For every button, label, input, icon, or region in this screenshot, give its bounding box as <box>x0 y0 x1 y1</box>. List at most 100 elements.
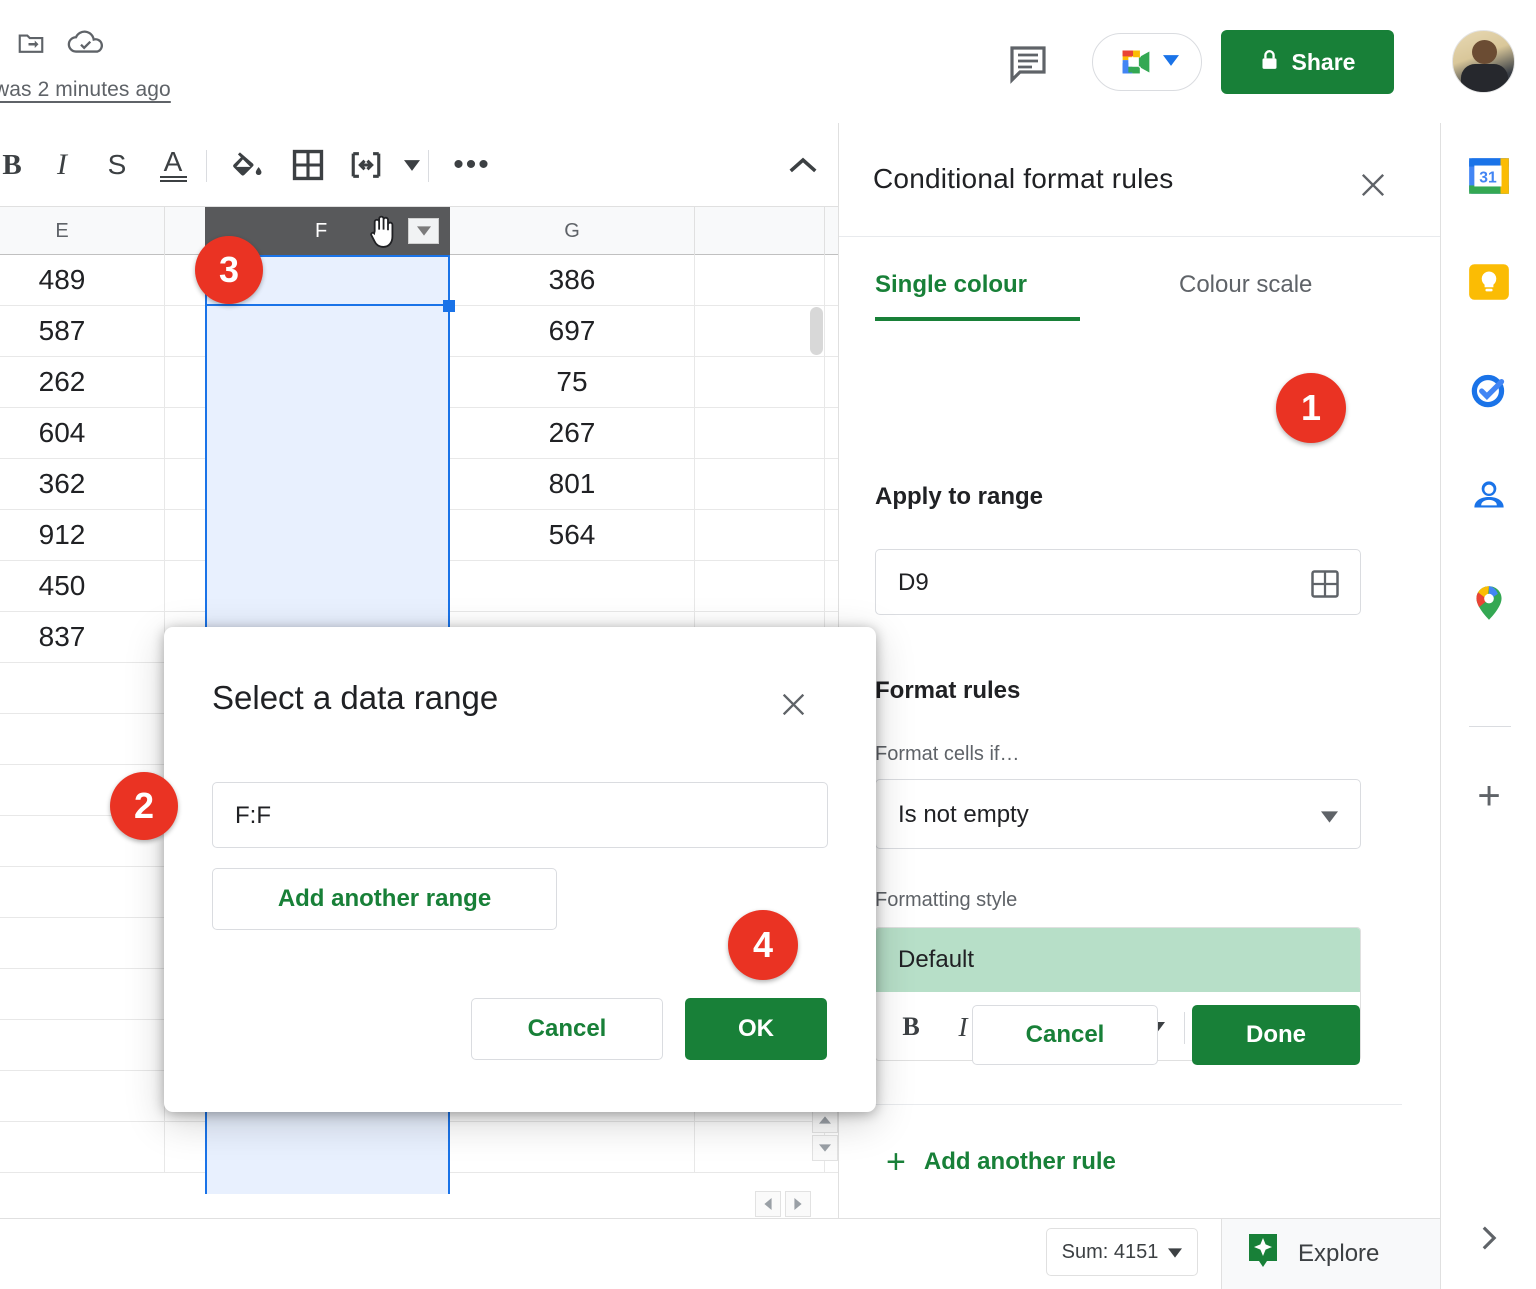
tab-colour-scale[interactable]: Colour scale <box>1179 259 1312 333</box>
merge-cells-icon[interactable] <box>342 141 390 189</box>
close-icon[interactable] <box>1351 163 1395 207</box>
column-header-h[interactable] <box>695 207 825 255</box>
scroll-left-arrow[interactable] <box>755 1191 781 1217</box>
cell-h2[interactable] <box>695 306 825 356</box>
cell-h3[interactable] <box>695 357 825 407</box>
fill-color-icon[interactable] <box>224 141 272 189</box>
cell-e9[interactable] <box>0 663 165 713</box>
cell-e17[interactable] <box>0 1071 165 1121</box>
dialog-cancel-button[interactable]: Cancel <box>471 998 663 1060</box>
cell-g5[interactable]: 801 <box>450 459 695 509</box>
add-app-button[interactable]: + <box>1466 773 1512 819</box>
cell-g2[interactable]: 697 <box>450 306 695 356</box>
last-edit-status[interactable]: was 2 minutes ago <box>0 78 171 102</box>
chevron-down-icon[interactable] <box>396 141 428 189</box>
cell-e3[interactable]: 262 <box>0 357 165 407</box>
sum-chip[interactable]: Sum: 4151 <box>1046 1228 1198 1276</box>
cell-g1[interactable]: 386 <box>450 255 695 305</box>
cell-f2[interactable]: 121 <box>205 306 450 356</box>
column-header-e[interactable]: E <box>0 207 165 255</box>
borders-icon[interactable] <box>284 141 332 189</box>
horizontal-scrollbar[interactable] <box>0 1194 838 1218</box>
table-row[interactable]: 450 <box>0 561 838 612</box>
cell-e2[interactable]: 587 <box>0 306 165 356</box>
vertical-scrollbar-thumb[interactable] <box>810 307 823 355</box>
table-row[interactable]: 362 457 801 <box>0 459 838 510</box>
cell-g6[interactable]: 564 <box>450 510 695 560</box>
apply-to-range-input[interactable]: D9 <box>875 549 1361 615</box>
italic-button[interactable]: I <box>42 141 82 189</box>
style-bold-button[interactable]: B <box>890 1004 932 1050</box>
table-row[interactable] <box>0 1122 838 1173</box>
select-range-grid-icon[interactable] <box>1310 569 1340 599</box>
share-button[interactable]: Share <box>1221 30 1394 94</box>
chevron-right-icon[interactable] <box>1469 1218 1509 1258</box>
avatar[interactable] <box>1452 30 1515 93</box>
cell-h4[interactable] <box>695 408 825 458</box>
strikethrough-button[interactable]: S <box>96 141 138 189</box>
cell-e14[interactable] <box>0 918 165 968</box>
panel-cancel-button[interactable]: Cancel <box>972 1005 1158 1065</box>
bold-button[interactable]: B <box>0 141 34 189</box>
google-maps-icon[interactable] <box>1466 580 1512 626</box>
cell-e1[interactable]: 489 <box>0 255 165 305</box>
scroll-right-arrow[interactable] <box>785 1191 811 1217</box>
cell-e5[interactable]: 362 <box>0 459 165 509</box>
cell-e13[interactable] <box>0 867 165 917</box>
table-row[interactable]: 489 434 386 <box>0 255 838 306</box>
column-menu-caret[interactable] <box>408 218 439 244</box>
table-row[interactable]: 587 121 697 <box>0 306 838 357</box>
scroll-down-arrow[interactable] <box>812 1135 838 1161</box>
dialog-ok-button[interactable]: OK <box>685 998 827 1060</box>
cloud-saved-icon[interactable] <box>66 28 106 58</box>
cell-f4[interactable]: 487 <box>205 408 450 458</box>
add-another-range-button[interactable]: Add another range <box>212 868 557 930</box>
explore-button[interactable]: Explore <box>1221 1219 1440 1289</box>
fill-handle[interactable] <box>443 300 455 312</box>
explore-sparkle-icon <box>1246 1232 1280 1277</box>
data-range-input[interactable]: F:F <box>212 782 828 848</box>
comment-icon[interactable] <box>1004 38 1052 86</box>
cell-f3[interactable]: 536 <box>205 357 450 407</box>
cell-f5[interactable]: 457 <box>205 459 450 509</box>
google-calendar-icon[interactable]: 31 <box>1466 153 1512 199</box>
cell-e8[interactable]: 837 <box>0 612 165 662</box>
table-row[interactable]: 262 536 75 <box>0 357 838 408</box>
cell-h18[interactable] <box>695 1122 825 1172</box>
more-options-button[interactable]: ••• <box>448 141 496 189</box>
cell-h1[interactable] <box>695 255 825 305</box>
cell-e15[interactable] <box>0 969 165 1019</box>
condition-dropdown[interactable]: Is not empty <box>875 779 1361 849</box>
table-row[interactable]: 604 487 267 <box>0 408 838 459</box>
chevron-up-icon[interactable] <box>779 141 827 189</box>
cell-f18[interactable] <box>205 1122 450 1172</box>
cell-h7[interactable] <box>695 561 825 611</box>
cell-g3[interactable]: 75 <box>450 357 695 407</box>
cell-h6[interactable] <box>695 510 825 560</box>
google-tasks-icon[interactable] <box>1466 367 1512 413</box>
cell-g7[interactable] <box>450 561 695 611</box>
table-row[interactable]: 912 632 564 <box>0 510 838 561</box>
add-another-rule-button[interactable]: + Add another rule <box>886 1138 1116 1186</box>
cell-e16[interactable] <box>0 1020 165 1070</box>
cell-g18[interactable] <box>450 1122 695 1172</box>
cell-g4[interactable]: 267 <box>450 408 695 458</box>
column-header-g[interactable]: G <box>450 207 695 255</box>
cell-h5[interactable] <box>695 459 825 509</box>
cell-e4[interactable]: 604 <box>0 408 165 458</box>
google-keep-icon[interactable] <box>1466 259 1512 305</box>
text-color-button[interactable]: A <box>150 141 196 189</box>
cell-e10[interactable] <box>0 714 165 764</box>
google-contacts-icon[interactable] <box>1466 473 1512 519</box>
cell-e18[interactable] <box>0 1122 165 1172</box>
explore-label: Explore <box>1298 1240 1380 1267</box>
cell-f7[interactable] <box>205 561 450 611</box>
cell-e6[interactable]: 912 <box>0 510 165 560</box>
panel-done-button[interactable]: Done <box>1192 1005 1360 1065</box>
cell-e7[interactable]: 450 <box>0 561 165 611</box>
google-meet-button[interactable] <box>1092 33 1202 91</box>
move-to-folder-icon[interactable] <box>14 28 48 58</box>
tab-single-colour[interactable]: Single colour <box>875 259 1081 333</box>
close-icon[interactable] <box>772 683 814 725</box>
cell-f6[interactable]: 632 <box>205 510 450 560</box>
